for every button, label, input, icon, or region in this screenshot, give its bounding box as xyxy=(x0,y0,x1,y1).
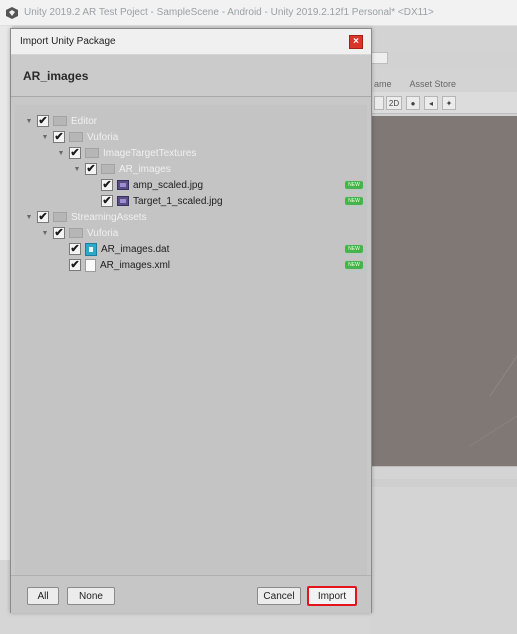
lighting-icon[interactable]: ● xyxy=(406,96,420,110)
xml-file-icon xyxy=(85,258,96,272)
expand-arrow-icon[interactable]: ▼ xyxy=(41,229,49,237)
checkbox[interactable]: ✔ xyxy=(53,227,65,239)
tree-item-label: Editor xyxy=(71,115,98,127)
background-tabs: ame Asset Store xyxy=(370,76,517,92)
tree-item-ar-images-xml[interactable]: ✔ AR_images.xml xyxy=(69,257,170,273)
checkbox[interactable]: ✔ xyxy=(37,211,49,223)
tree-item-label: AR_images xyxy=(119,163,171,175)
folder-icon xyxy=(53,212,67,222)
tree-item-imagetargettextures[interactable]: ▼ ✔ ImageTargetTextures xyxy=(57,145,196,161)
package-header: AR_images xyxy=(11,55,371,97)
background-divider xyxy=(370,479,517,487)
tree-item-editor[interactable]: ▼ ✔ Editor xyxy=(25,113,97,129)
close-icon: × xyxy=(353,36,359,47)
checkbox[interactable]: ✔ xyxy=(101,179,113,191)
folder-icon xyxy=(69,132,83,142)
expand-arrow-icon[interactable]: ▼ xyxy=(25,213,33,221)
expand-arrow-icon[interactable]: ▼ xyxy=(25,117,33,125)
package-name: AR_images xyxy=(23,68,89,83)
new-badge: NEW xyxy=(345,181,363,189)
unity-editor-window: Unity 2019.2 AR Test Poject - SampleScen… xyxy=(0,0,517,634)
folder-icon xyxy=(69,228,83,238)
expand-arrow-icon[interactable]: ▼ xyxy=(41,133,49,141)
image-file-icon xyxy=(117,196,129,206)
background-lower-panel xyxy=(370,466,517,634)
tree-item-vuforia[interactable]: ▼ ✔ Vuforia xyxy=(41,129,118,145)
effects-icon[interactable]: ✦ xyxy=(442,96,456,110)
folder-icon xyxy=(85,148,99,158)
close-button[interactable]: × xyxy=(349,35,363,49)
tree-item-label: AR_images.xml xyxy=(100,259,171,271)
image-file-icon xyxy=(117,180,129,190)
dialog-title: Import Unity Package xyxy=(20,36,116,47)
tree-item-streamingassets[interactable]: ▼ ✔ StreamingAssets xyxy=(25,209,147,225)
checkbox[interactable]: ✔ xyxy=(101,195,113,207)
import-package-dialog: Import Unity Package × AR_images ▼ ✔ Edi… xyxy=(10,28,372,613)
tree-item-amp-scaled[interactable]: ✔ amp_scaled.jpg xyxy=(101,177,203,193)
audio-icon[interactable]: ◂ xyxy=(424,96,438,110)
new-badge: NEW xyxy=(345,261,363,269)
checkbox[interactable]: ✔ xyxy=(37,115,49,127)
checkbox[interactable]: ✔ xyxy=(85,163,97,175)
checkbox[interactable]: ✔ xyxy=(69,259,81,271)
expand-arrow-icon[interactable]: ▼ xyxy=(57,149,65,157)
scene-grid xyxy=(469,355,517,447)
tree-item-label: Vuforia xyxy=(87,131,119,143)
checkbox[interactable]: ✔ xyxy=(69,147,81,159)
window-title: Unity 2019.2 AR Test Poject - SampleScen… xyxy=(24,7,434,18)
tree-item-label: Target_1_scaled.jpg xyxy=(133,195,223,207)
scene-view[interactable] xyxy=(370,116,517,466)
new-badge: NEW xyxy=(345,245,363,253)
background-tab-strip xyxy=(370,52,517,66)
none-button[interactable]: None xyxy=(67,587,115,605)
background-tab-asset-store[interactable]: Asset Store xyxy=(410,79,457,89)
window-title-bar: Unity 2019.2 AR Test Poject - SampleScen… xyxy=(0,0,517,26)
scene-toolbar: 2D ● ◂ ✦ xyxy=(370,92,517,114)
expand-arrow-icon[interactable]: ▼ xyxy=(73,165,81,173)
toolbar-2d-button[interactable]: 2D xyxy=(386,96,402,110)
tree-item-vuforia-streaming[interactable]: ▼ ✔ Vuforia xyxy=(41,225,118,241)
dialog-footer: All None Cancel Import xyxy=(11,575,371,613)
background-tab[interactable] xyxy=(370,52,388,64)
toolbar-button[interactable] xyxy=(374,96,384,110)
tree-item-label: ImageTargetTextures xyxy=(103,147,197,159)
import-button[interactable]: Import xyxy=(307,586,357,606)
background-scene-panel: ame Asset Store 2D ● ◂ ✦ xyxy=(370,26,517,634)
data-file-icon xyxy=(85,242,97,256)
cancel-button[interactable]: Cancel xyxy=(257,587,301,605)
asset-tree: ▼ ✔ Editor ▼ ✔ Vuforia ▼ ✔ ImageTargetTe… xyxy=(15,105,367,575)
unity-logo-icon xyxy=(6,6,18,19)
checkbox[interactable]: ✔ xyxy=(69,243,81,255)
tree-item-ar-images-folder[interactable]: ▼ ✔ AR_images xyxy=(73,161,171,177)
folder-icon xyxy=(101,164,115,174)
tree-item-label: amp_scaled.jpg xyxy=(133,179,204,191)
dialog-title-bar: Import Unity Package × xyxy=(11,29,371,55)
folder-icon xyxy=(53,116,67,126)
checkbox[interactable]: ✔ xyxy=(53,131,65,143)
tree-item-ar-images-dat[interactable]: ✔ AR_images.dat xyxy=(69,241,169,257)
tree-item-label: AR_images.dat xyxy=(101,243,170,255)
tree-item-label: Vuforia xyxy=(87,227,119,239)
all-button[interactable]: All xyxy=(27,587,59,605)
background-tab-game[interactable]: ame xyxy=(374,79,392,89)
tree-item-target-1-scaled[interactable]: ✔ Target_1_scaled.jpg xyxy=(101,193,223,209)
new-badge: NEW xyxy=(345,197,363,205)
tree-item-label: StreamingAssets xyxy=(71,211,147,223)
